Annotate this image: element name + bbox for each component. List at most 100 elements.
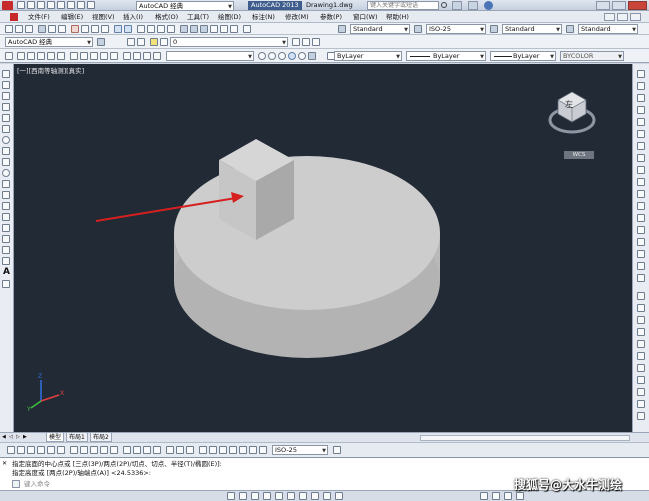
cut-icon[interactable] [71, 25, 79, 33]
trim-icon[interactable] [637, 178, 645, 186]
layer-manager-icon[interactable] [127, 38, 135, 46]
status-tool-12-icon[interactable] [492, 492, 500, 500]
minimize-button[interactable] [596, 1, 610, 10]
status-tool-4-icon[interactable] [263, 492, 271, 500]
anno-tool-11-icon[interactable] [110, 446, 118, 454]
anno-tool-15-icon[interactable] [153, 446, 161, 454]
anno-tool-23-icon[interactable] [239, 446, 247, 454]
status-tool-11-icon[interactable] [480, 492, 488, 500]
solid-tool-7-icon[interactable] [80, 52, 88, 60]
anno-tool-21-icon[interactable] [219, 446, 227, 454]
anno-tool-4-icon[interactable] [37, 446, 45, 454]
viewcube[interactable] [548, 91, 596, 134]
matchprop-icon[interactable] [101, 25, 109, 33]
publish-icon[interactable] [58, 25, 66, 33]
text-style-select[interactable]: Standard ▼ [350, 24, 410, 34]
undo-icon[interactable] [67, 1, 75, 9]
undo-tool-icon[interactable] [114, 25, 122, 33]
copy-object-icon[interactable] [637, 82, 645, 90]
status-tool-8-icon[interactable] [311, 492, 319, 500]
h-scrollbar[interactable] [420, 435, 630, 441]
search-icon[interactable] [441, 2, 447, 8]
make-block-icon[interactable] [2, 202, 10, 210]
array-icon[interactable] [637, 118, 645, 126]
extend-icon[interactable] [637, 190, 645, 198]
draw-line-icon[interactable] [2, 70, 10, 78]
insert-block-icon[interactable] [2, 191, 10, 199]
mleader-style-select[interactable]: Standard ▼ [578, 24, 638, 34]
wcs-menu[interactable]: WCS [564, 151, 594, 159]
new-icon[interactable] [17, 1, 25, 9]
workspace-switcher[interactable]: AutoCAD 经典 ▼ [136, 1, 234, 11]
status-tool-10-icon[interactable] [335, 492, 343, 500]
draw-arc-icon[interactable] [2, 125, 10, 133]
search-input[interactable]: 键入关键字或短语 [367, 1, 439, 10]
draw-polygon-icon[interactable] [2, 103, 10, 111]
snap-tool-4-icon[interactable] [637, 328, 645, 336]
anno-tool-12-icon[interactable] [123, 446, 131, 454]
table-style-select[interactable]: Standard ▼ [502, 24, 562, 34]
view-tool-1-icon[interactable] [258, 52, 266, 60]
workspace-select[interactable]: AutoCAD 经典 ▼ [5, 37, 93, 47]
snap-tool-6-icon[interactable] [637, 352, 645, 360]
draw-xline-icon[interactable] [2, 81, 10, 89]
solid-tool-3-icon[interactable] [37, 52, 45, 60]
menu-parametric[interactable]: 参数(P) [320, 12, 342, 22]
snap-tool-11-icon[interactable] [637, 412, 645, 420]
workspace-settings-icon[interactable] [97, 38, 105, 46]
gradient-icon[interactable] [2, 235, 10, 243]
properties-icon[interactable] [180, 25, 188, 33]
add-selected-icon[interactable] [2, 280, 10, 288]
tab-nav-next[interactable]: ▷ [16, 434, 20, 440]
drawing-viewport[interactable]: [一][西南等轴测][真实] 左 WCS Z X Y [14, 64, 632, 432]
rotate-icon[interactable] [637, 142, 645, 150]
anno-tool-13-icon[interactable] [133, 446, 141, 454]
tab-nav-last[interactable]: ▶ [23, 434, 27, 440]
sheetset-icon[interactable] [210, 25, 218, 33]
zoom-window-icon[interactable] [157, 25, 165, 33]
anno-tool-8-icon[interactable] [80, 446, 88, 454]
menu-view[interactable]: 视图(V) [92, 12, 115, 22]
dim-style-select[interactable]: ISO-25 ▼ [426, 24, 486, 34]
calculator-icon[interactable] [230, 25, 238, 33]
print-icon[interactable] [38, 25, 46, 33]
menu-dimension[interactable]: 标注(N) [252, 12, 275, 22]
line-icon[interactable] [5, 52, 13, 60]
anno-tool-16-icon[interactable] [166, 446, 174, 454]
anno-tool-2-icon[interactable] [17, 446, 25, 454]
saveas-icon[interactable] [47, 1, 55, 9]
solid-tool-14-icon[interactable] [153, 52, 161, 60]
view-tool-6-icon[interactable] [308, 52, 316, 60]
table-style-icon[interactable] [490, 25, 498, 33]
tab-model[interactable]: 模型 [46, 433, 65, 442]
box-solid[interactable] [219, 139, 294, 240]
anno-tool-14-icon[interactable] [143, 446, 151, 454]
layer-state-icon[interactable] [137, 38, 145, 46]
anno-tool-18-icon[interactable] [186, 446, 194, 454]
layer-freeze-icon[interactable] [160, 38, 168, 46]
doc-icon[interactable] [10, 13, 18, 21]
open-file-icon[interactable] [15, 25, 23, 33]
save-file-icon[interactable] [25, 25, 33, 33]
solid-tool-10-icon[interactable] [110, 52, 118, 60]
plotstyle-select[interactable]: BYCOLOR ▼ [560, 51, 624, 61]
status-tool-3-icon[interactable] [251, 492, 259, 500]
dim-style-icon[interactable] [414, 25, 422, 33]
anno-tool-6-icon[interactable] [57, 446, 65, 454]
redo-tool-icon[interactable] [124, 25, 132, 33]
maximize-button[interactable] [612, 1, 626, 10]
fillet-icon[interactable] [637, 250, 645, 258]
status-tool-5-icon[interactable] [275, 492, 283, 500]
doc-close-button[interactable] [630, 13, 641, 21]
status-tool-6-icon[interactable] [287, 492, 295, 500]
command-input[interactable]: 键入命令 [24, 479, 454, 489]
anno-tool-20-icon[interactable] [209, 446, 217, 454]
view-tool-5-icon[interactable] [298, 52, 306, 60]
snap-tool-9-icon[interactable] [637, 388, 645, 396]
mtext-icon[interactable]: A [3, 268, 10, 277]
anno-tool-1-icon[interactable] [7, 446, 15, 454]
solid-tool-8-icon[interactable] [90, 52, 98, 60]
markup-icon[interactable] [220, 25, 228, 33]
copy-icon[interactable] [81, 25, 89, 33]
solid-tool-4-icon[interactable] [47, 52, 55, 60]
